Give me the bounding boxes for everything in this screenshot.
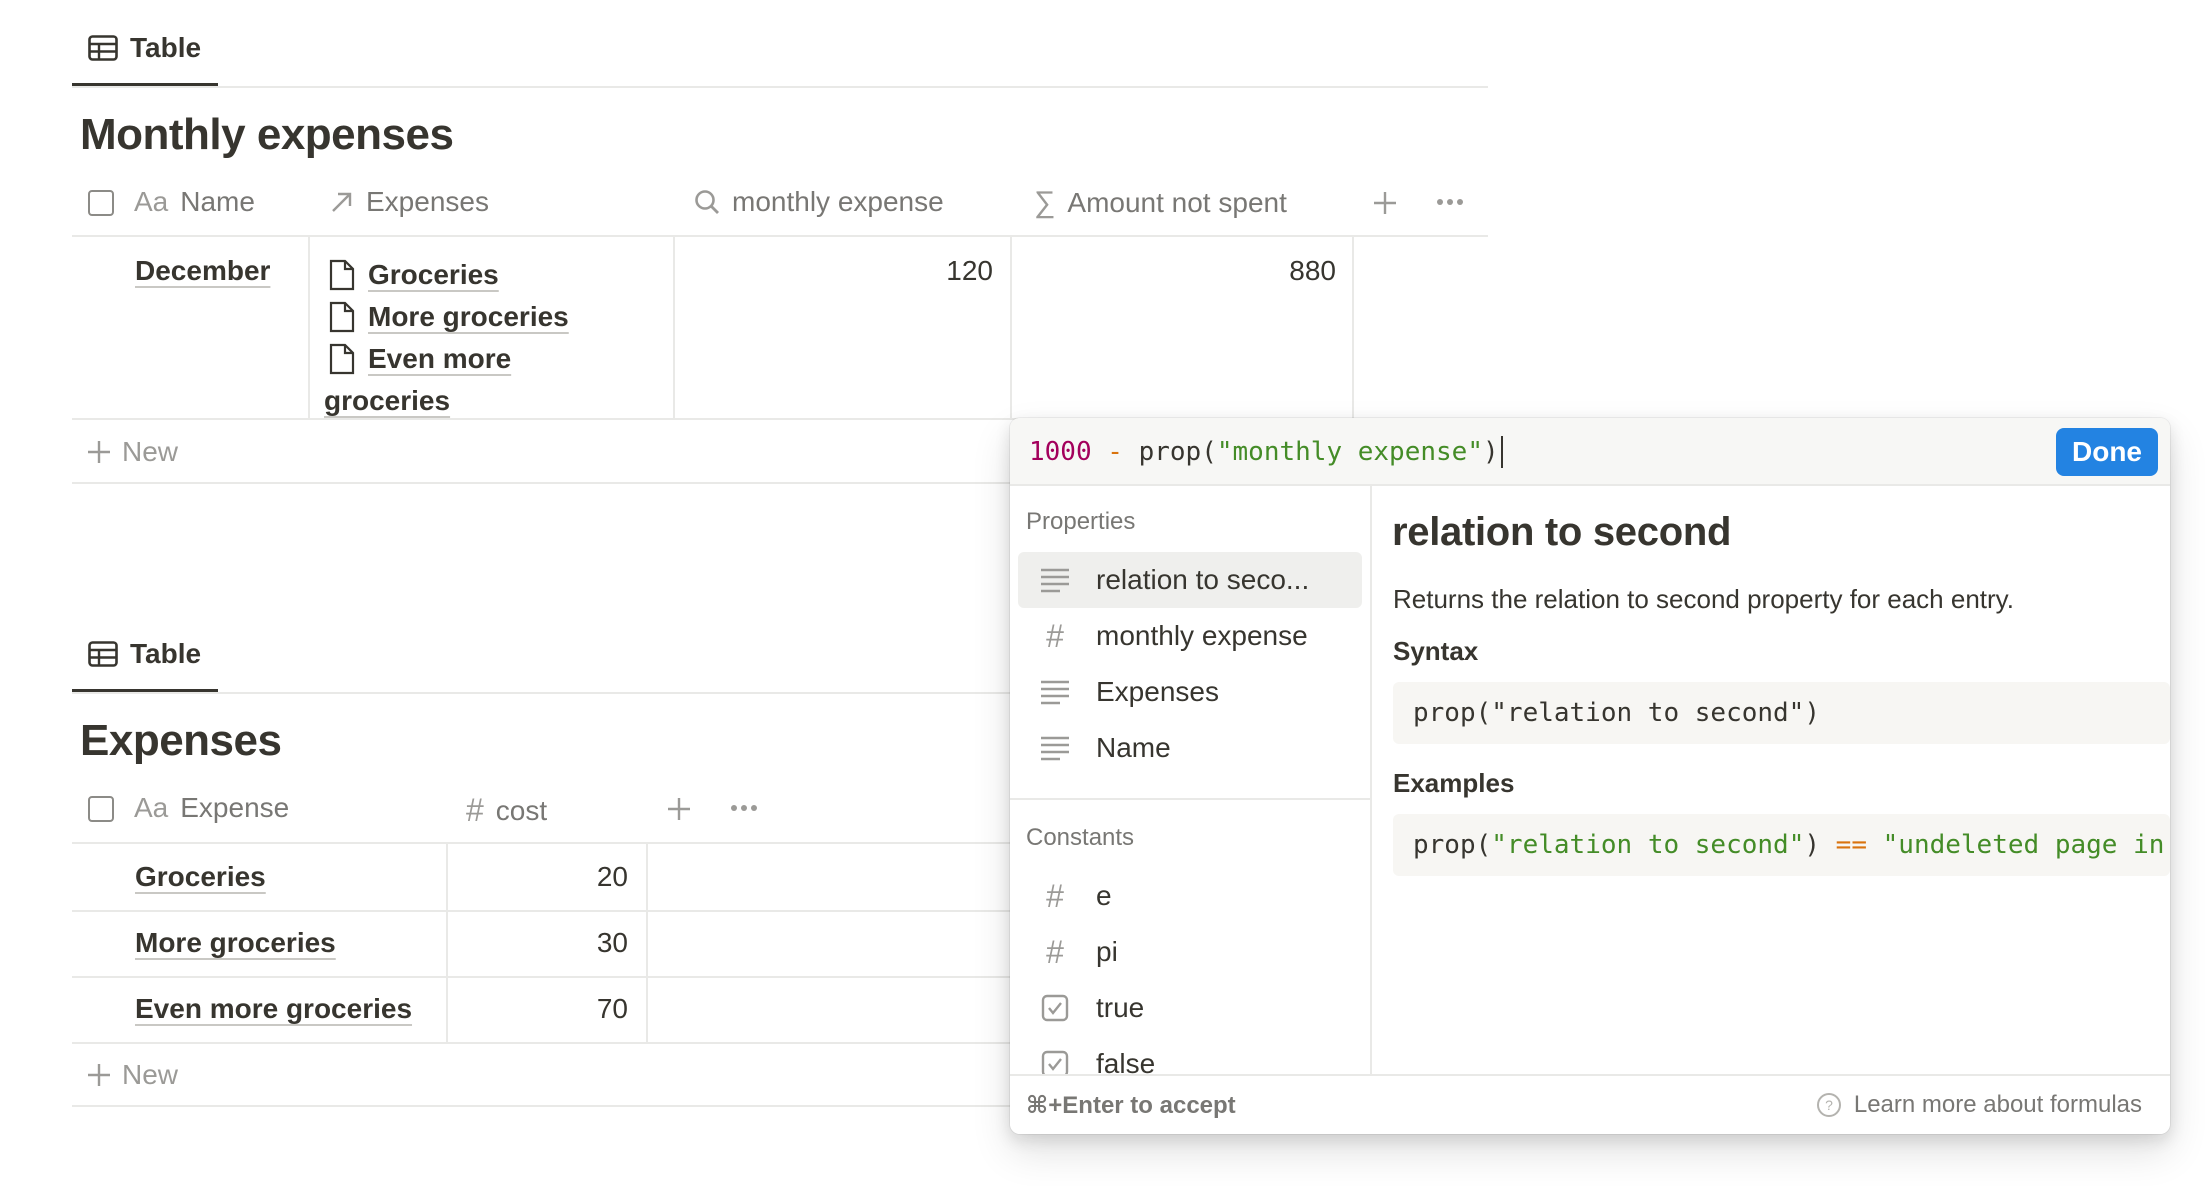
text-lines-icon: [1040, 679, 1070, 705]
page-title: Expenses: [80, 716, 282, 765]
divider: [72, 692, 1012, 694]
property-item-relation[interactable]: relation to seco...: [1018, 552, 1362, 608]
tab-table-1[interactable]: Table: [88, 32, 201, 64]
column-header-amount-not-spent[interactable]: ∑ Amount not spent: [1034, 186, 1287, 220]
divider: [72, 1105, 1012, 1107]
svg-text:?: ?: [1825, 1097, 1833, 1113]
add-column-icon[interactable]: [1372, 190, 1398, 216]
formula-input[interactable]: 1000 - prop("monthly expense"): [1029, 436, 1503, 468]
number-hash-icon: #: [1046, 617, 1064, 654]
column-header-expenses[interactable]: Expenses: [330, 186, 489, 218]
property-item-monthly-expense[interactable]: # monthly expense: [1018, 608, 1362, 664]
example-code-block: prop("relation to second") == "undeleted…: [1393, 814, 2170, 876]
text-prefix-icon: Aa: [134, 792, 169, 823]
detail-description: Returns the relation to second property …: [1393, 584, 2014, 614]
relation-page-item-continued[interactable]: groceries: [324, 385, 450, 417]
tab-table-2[interactable]: Table: [88, 638, 201, 670]
new-row-button[interactable]: New: [86, 1059, 178, 1091]
page-icon: [328, 259, 356, 291]
table-icon: [88, 35, 118, 61]
constants-section-label: Constants: [1026, 824, 1135, 851]
divider: [673, 237, 675, 419]
table-row-expense[interactable]: Even more groceries: [135, 993, 412, 1025]
table-row-expense[interactable]: Groceries: [135, 861, 266, 893]
select-all-checkbox[interactable]: [88, 796, 114, 822]
new-row-button[interactable]: New: [86, 436, 178, 468]
property-item-expenses[interactable]: Expenses: [1018, 664, 1362, 720]
divider: [308, 237, 310, 419]
text-cursor: [1500, 436, 1503, 468]
done-button[interactable]: Done: [2056, 428, 2158, 476]
relation-page-list: Groceries More groceries Even more groce…: [324, 254, 569, 422]
relation-arrow-icon: [330, 190, 354, 214]
divider: [72, 86, 1488, 88]
formula-bar: 1000 - prop("monthly expense") Done: [1010, 418, 2170, 486]
divider: [72, 976, 1012, 978]
keyboard-hint: ⌘+Enter to accept: [1026, 1091, 1236, 1119]
text-lines-icon: [1040, 567, 1070, 593]
amount-not-spent-value[interactable]: 880: [1020, 255, 1336, 287]
help-circle-icon: ?: [1816, 1092, 1842, 1118]
plus-icon: [86, 1062, 112, 1088]
divider: [1010, 798, 1370, 800]
select-all-checkbox[interactable]: [88, 190, 114, 216]
divider: [72, 235, 1488, 237]
table-row-cost[interactable]: 20: [456, 861, 628, 893]
property-item-name[interactable]: Name: [1018, 720, 1362, 776]
relation-page-item[interactable]: More groceries: [328, 296, 569, 338]
divider: [1370, 486, 1372, 1090]
constant-item-true[interactable]: true: [1018, 980, 1362, 1036]
detail-title: relation to second: [1392, 510, 1732, 554]
text-prefix-icon: Aa: [134, 186, 169, 217]
tab-label: Table: [130, 638, 202, 669]
syntax-label: Syntax: [1393, 636, 1479, 666]
column-header-monthly-expense[interactable]: monthly expense: [694, 186, 944, 218]
number-hash-icon: #: [466, 792, 484, 828]
search-icon: [694, 189, 720, 215]
table-row-expense[interactable]: More groceries: [135, 927, 336, 959]
divider: [72, 1042, 1012, 1044]
examples-label: Examples: [1393, 768, 1515, 798]
relation-page-item[interactable]: Groceries: [328, 254, 569, 296]
divider: [446, 844, 448, 1042]
column-header-name[interactable]: Aa Name: [134, 186, 255, 218]
formula-editor-popover: 1000 - prop("monthly expense") Done Prop…: [1010, 418, 2170, 1134]
divider: [72, 910, 1012, 912]
text-lines-icon: [1040, 735, 1070, 761]
sigma-icon: ∑: [1034, 186, 1056, 219]
divider: [1010, 237, 1012, 419]
plus-icon: [86, 439, 112, 465]
constant-item-e[interactable]: # e: [1018, 868, 1362, 924]
divider: [646, 844, 648, 1042]
number-hash-icon: #: [1046, 877, 1064, 914]
popover-footer: ⌘+Enter to accept ? Learn more about for…: [1010, 1074, 2170, 1134]
page-title: Monthly expenses: [80, 110, 454, 159]
table-row-cost[interactable]: 70: [456, 993, 628, 1025]
monthly-expense-value[interactable]: 120: [680, 255, 993, 287]
properties-section-label: Properties: [1026, 508, 1136, 535]
syntax-code-block: prop("relation to second"): [1393, 682, 2170, 744]
add-column-icon[interactable]: [666, 796, 692, 822]
table-icon: [88, 641, 118, 667]
row-name[interactable]: December: [135, 255, 270, 287]
column-header-expense[interactable]: Aa Expense: [134, 792, 289, 824]
relation-page-item[interactable]: Even more: [328, 338, 569, 380]
tab-label: Table: [130, 32, 202, 63]
number-hash-icon: #: [1046, 933, 1064, 970]
more-options-icon[interactable]: [730, 804, 758, 812]
column-header-cost[interactable]: # cost: [466, 792, 547, 829]
more-options-icon[interactable]: [1436, 198, 1464, 206]
divider: [1352, 237, 1354, 419]
constant-item-pi[interactable]: # pi: [1018, 924, 1362, 980]
checkbox-icon: [1040, 993, 1070, 1023]
page-icon: [328, 301, 356, 333]
divider: [72, 842, 1012, 844]
table-row-cost[interactable]: 30: [456, 927, 628, 959]
page-icon: [328, 343, 356, 375]
learn-more-link[interactable]: ? Learn more about formulas: [1816, 1091, 2142, 1119]
